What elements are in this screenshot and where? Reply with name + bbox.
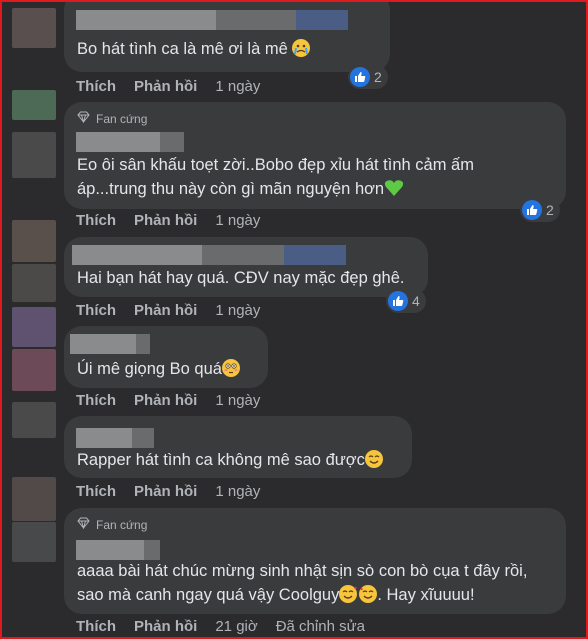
comment-time[interactable]: 1 ngày bbox=[215, 483, 260, 500]
comment-actions: Thích Phản hồi 1 ngày bbox=[76, 302, 278, 319]
comment-actions: Thích Phản hồi 1 ngày bbox=[76, 212, 278, 229]
like-button[interactable]: Thích bbox=[76, 392, 116, 409]
commenter-name[interactable] bbox=[72, 245, 202, 265]
reaction-number: 4 bbox=[412, 293, 420, 309]
smiling-hearts-icon bbox=[359, 585, 378, 603]
comment-text: Hai bạn hát hay quá. CĐV nay mặc đẹp ghê… bbox=[77, 269, 405, 287]
comment-bubble: Hai bạn hát hay quá. CĐV nay mặc đẹp ghê… bbox=[64, 237, 428, 297]
commenter-name[interactable] bbox=[284, 245, 346, 265]
reply-button[interactable]: Phản hồi bbox=[134, 302, 197, 319]
reaction-number: 2 bbox=[546, 202, 554, 218]
avatar[interactable] bbox=[12, 220, 56, 262]
commenter-name[interactable] bbox=[296, 10, 348, 30]
like-icon bbox=[350, 67, 370, 87]
reply-button[interactable]: Phản hồi bbox=[134, 392, 197, 409]
comment-text-line: Eo ôi sân khấu toẹt zời..Bobo đẹp xỉu há… bbox=[77, 156, 474, 174]
reaction-number: 2 bbox=[374, 69, 382, 85]
commenter-name[interactable] bbox=[76, 10, 216, 30]
diamond-icon bbox=[77, 111, 90, 126]
commenter-name[interactable] bbox=[76, 132, 160, 152]
avatar[interactable] bbox=[12, 307, 56, 347]
comment-section: Bo hát tình ca là mê ơi là mê 2 Thích Ph… bbox=[0, 0, 588, 639]
comment-text: Úi mê giọng Bo quá bbox=[77, 356, 240, 382]
reply-button[interactable]: Phản hồi bbox=[134, 78, 197, 95]
comment-actions: Thích Phản hồi 21 giờ Đã chỉnh sửa bbox=[76, 618, 383, 635]
badge-label: Fan cứng bbox=[96, 517, 148, 532]
flushed-face-icon bbox=[221, 359, 240, 377]
like-icon bbox=[522, 200, 542, 220]
comment-time[interactable]: 1 ngày bbox=[215, 78, 260, 95]
diamond-icon bbox=[77, 517, 90, 532]
avatar[interactable] bbox=[12, 349, 56, 391]
reply-button[interactable]: Phản hồi bbox=[134, 618, 197, 635]
avatar[interactable] bbox=[12, 477, 56, 521]
comment-bubble: Bo hát tình ca là mê ơi là mê bbox=[64, 2, 390, 72]
like-icon bbox=[388, 291, 408, 311]
avatar[interactable] bbox=[12, 132, 56, 178]
commenter-name[interactable] bbox=[144, 540, 160, 560]
avatar[interactable] bbox=[12, 402, 56, 438]
comment-text-line: aaaa bài hát chúc mừng sinh nhật sịn sò … bbox=[77, 562, 528, 580]
badge-label: Fan cứng bbox=[96, 111, 148, 126]
crying-face-icon bbox=[292, 39, 311, 57]
commenter-name[interactable] bbox=[160, 132, 184, 152]
like-button[interactable]: Thích bbox=[76, 483, 116, 500]
edited-label: Đã chỉnh sửa bbox=[275, 618, 365, 635]
top-fan-badge: Fan cứng bbox=[77, 111, 147, 126]
avatar[interactable] bbox=[12, 90, 56, 120]
reaction-count[interactable]: 2 bbox=[348, 65, 388, 89]
comment-bubble: Rapper hát tình ca không mê sao được bbox=[64, 416, 412, 478]
like-button[interactable]: Thích bbox=[76, 212, 116, 229]
like-button[interactable]: Thích bbox=[76, 78, 116, 95]
like-button[interactable]: Thích bbox=[76, 618, 116, 635]
avatar[interactable] bbox=[12, 8, 56, 48]
commenter-name[interactable] bbox=[76, 540, 144, 560]
smiling-face-icon bbox=[364, 450, 383, 468]
commenter-name[interactable] bbox=[76, 428, 132, 448]
reply-button[interactable]: Phản hồi bbox=[134, 483, 197, 500]
comment-text: Rapper hát tình ca không mê sao được bbox=[77, 447, 383, 473]
comment-actions: Thích Phản hồi 1 ngày bbox=[76, 392, 278, 409]
comment-actions: Thích Phản hồi 1 ngày bbox=[76, 78, 278, 95]
comment-text-line: sao mà canh ngay quá vậy Coolguy. Hay xĩ… bbox=[77, 585, 475, 604]
smiling-hearts-icon bbox=[339, 585, 358, 603]
top-fan-badge: Fan cứng bbox=[77, 517, 147, 532]
commenter-name[interactable] bbox=[216, 10, 296, 30]
comment-time[interactable]: 1 ngày bbox=[215, 212, 260, 229]
comment-bubble: Fan cứng aaaa bài hát chúc mừng sinh nhậ… bbox=[64, 508, 566, 614]
commenter-name[interactable] bbox=[136, 334, 150, 354]
commenter-name[interactable] bbox=[202, 245, 284, 265]
comment-time[interactable]: 1 ngày bbox=[215, 392, 260, 409]
commenter-name[interactable] bbox=[70, 334, 136, 354]
reaction-count[interactable]: 4 bbox=[386, 289, 426, 313]
green-heart-icon bbox=[384, 179, 404, 197]
reaction-count[interactable]: 2 bbox=[520, 198, 560, 222]
comment-actions: Thích Phản hồi 1 ngày bbox=[76, 483, 278, 500]
reply-button[interactable]: Phản hồi bbox=[134, 212, 197, 229]
comment-text-line: áp...trung thu này còn gì mãn nguyện hơn bbox=[77, 176, 404, 202]
avatar[interactable] bbox=[12, 264, 56, 302]
comment-time[interactable]: 1 ngày bbox=[215, 302, 260, 319]
comment-bubble: Fan cứng Eo ôi sân khấu toẹt zời..Bobo đ… bbox=[64, 102, 566, 209]
avatar[interactable] bbox=[12, 522, 56, 562]
comment-time[interactable]: 21 giờ bbox=[215, 618, 257, 635]
comment-text: Bo hát tình ca là mê ơi là mê bbox=[77, 36, 311, 62]
commenter-name[interactable] bbox=[132, 428, 154, 448]
like-button[interactable]: Thích bbox=[76, 302, 116, 319]
comment-bubble: Úi mê giọng Bo quá bbox=[64, 326, 268, 388]
